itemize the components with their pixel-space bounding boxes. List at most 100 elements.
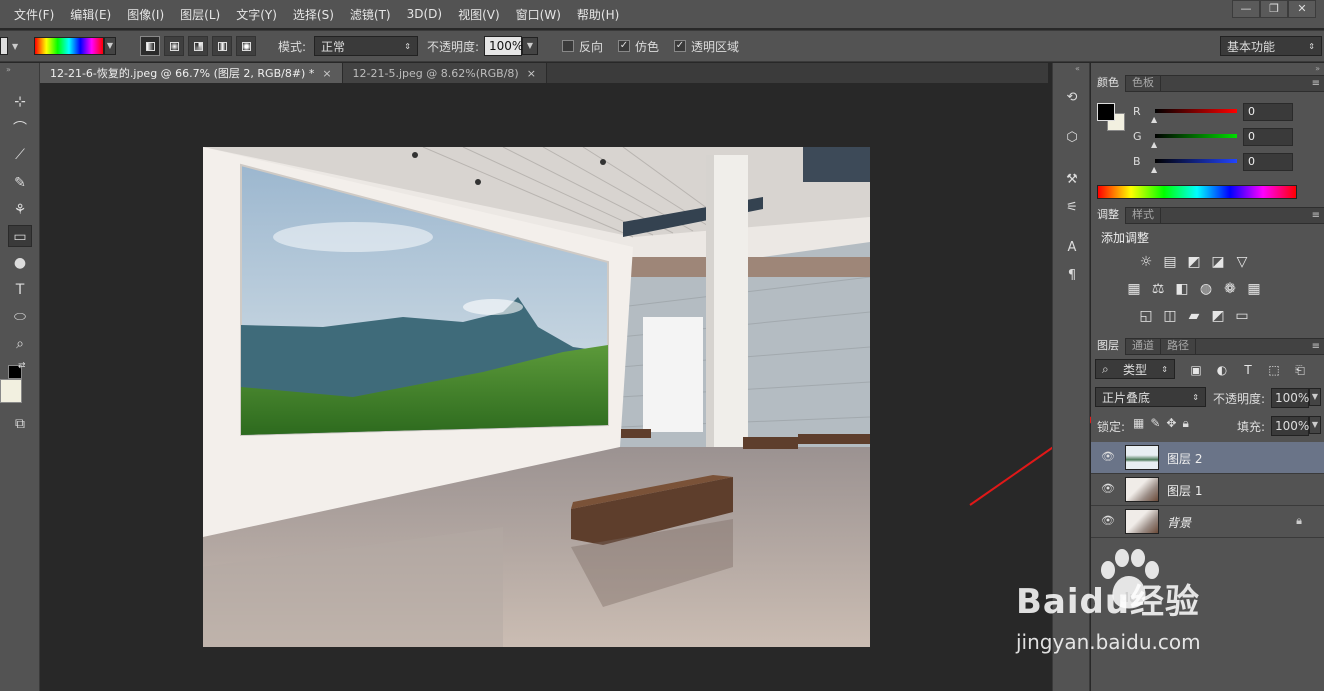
- channel-mixer-icon[interactable]: ❁: [1219, 278, 1241, 300]
- close-icon[interactable]: ×: [322, 67, 331, 80]
- visibility-eye-icon[interactable]: 👁︎: [1101, 482, 1115, 495]
- opacity-input[interactable]: 100%: [484, 36, 523, 56]
- slider-thumb-icon[interactable]: ▲: [1151, 165, 1157, 174]
- slider-thumb-icon[interactable]: ▲: [1151, 140, 1157, 149]
- menu-view[interactable]: 视图(V): [450, 6, 508, 23]
- diamond-gradient-button[interactable]: [236, 36, 256, 56]
- panel-menu-icon[interactable]: ≡: [1312, 341, 1320, 352]
- visibility-eye-icon[interactable]: 👁︎: [1101, 514, 1115, 527]
- dither-checkbox[interactable]: ✓: [618, 40, 630, 52]
- chevron-down-icon[interactable]: ▼: [1309, 416, 1321, 434]
- tab-paths[interactable]: 路径: [1161, 338, 1196, 355]
- tab-color[interactable]: 颜色: [1091, 75, 1126, 92]
- reverse-checkbox[interactable]: [562, 40, 574, 52]
- linear-gradient-button[interactable]: [140, 36, 160, 56]
- layer-row-layer-1[interactable]: 👁︎ 图层 1: [1091, 474, 1324, 506]
- menu-image[interactable]: 图像(I): [119, 6, 172, 23]
- menu-3d[interactable]: 3D(D): [399, 7, 450, 21]
- angle-gradient-button[interactable]: [188, 36, 208, 56]
- quick-select-icon[interactable]: ⌒: [8, 118, 32, 140]
- tab-channels[interactable]: 通道: [1126, 338, 1161, 355]
- brush-preset-icon[interactable]: ⚟: [1061, 197, 1083, 219]
- dodge-icon[interactable]: ●: [8, 252, 32, 274]
- blue-value-input[interactable]: 0: [1243, 153, 1293, 171]
- red-track[interactable]: [1155, 109, 1237, 113]
- radial-gradient-button[interactable]: [164, 36, 184, 56]
- vibrance-icon[interactable]: ▽: [1231, 251, 1253, 273]
- tab-layers[interactable]: 图层: [1091, 338, 1126, 355]
- collapse-icon[interactable]: «: [1075, 64, 1080, 73]
- tab-swatches[interactable]: 色板: [1126, 75, 1161, 92]
- chevron-down-icon[interactable]: ▼: [104, 37, 116, 55]
- background-color-swatch[interactable]: [0, 379, 22, 403]
- type-filter-icon[interactable]: T: [1237, 359, 1259, 381]
- tab-styles[interactable]: 样式: [1126, 207, 1161, 224]
- layer-name[interactable]: 图层 1: [1167, 482, 1202, 499]
- brightness-icon[interactable]: ☼: [1135, 251, 1157, 273]
- color-balance-icon[interactable]: ⚖: [1147, 278, 1169, 300]
- ellipse-icon[interactable]: ⬭: [8, 306, 32, 328]
- photo-filter-icon[interactable]: ◍: [1195, 278, 1217, 300]
- chevron-down-icon[interactable]: ▼: [522, 37, 538, 55]
- history-icon[interactable]: ⟲: [1061, 87, 1083, 109]
- tab-adjustments[interactable]: 调整: [1091, 207, 1126, 224]
- menu-type[interactable]: 文字(Y): [228, 6, 285, 23]
- layer-filter-select[interactable]: ⌕ 类型 ⇕: [1095, 359, 1175, 379]
- red-slider[interactable]: R ▲ 0: [1097, 103, 1317, 124]
- red-value-input[interactable]: 0: [1243, 103, 1293, 121]
- close-button[interactable]: ✕: [1288, 0, 1316, 18]
- restore-button[interactable]: ❐: [1260, 0, 1288, 18]
- layer-name[interactable]: 图层 2: [1167, 450, 1202, 467]
- gradient-swatch[interactable]: [34, 37, 104, 55]
- type-icon[interactable]: T: [8, 279, 32, 301]
- 3d-icon[interactable]: ⬡: [1061, 127, 1083, 149]
- gradient-icon[interactable]: ▭: [8, 225, 32, 247]
- tab-document-1[interactable]: 12-21-6-恢复的.jpeg @ 66.7% (图层 2, RGB/8#) …: [40, 63, 343, 83]
- lock-pixels-icon[interactable]: ✎: [1150, 416, 1160, 431]
- collapse-icon[interactable]: »: [1315, 64, 1320, 73]
- transparency-checkbox[interactable]: ✓: [674, 40, 686, 52]
- menu-window[interactable]: 窗口(W): [508, 6, 569, 23]
- lock-transparent-icon[interactable]: ▦: [1133, 416, 1144, 431]
- menu-filter[interactable]: 滤镜(T): [342, 6, 399, 23]
- exposure-icon[interactable]: ◪: [1207, 251, 1229, 273]
- panel-menu-icon[interactable]: ≡: [1312, 78, 1320, 89]
- panel-menu-icon[interactable]: ≡: [1312, 210, 1320, 221]
- document-canvas[interactable]: [203, 147, 870, 647]
- selective-color-icon[interactable]: ◩: [1207, 305, 1229, 327]
- shape-filter-icon[interactable]: ⬚: [1263, 359, 1285, 381]
- color-lookup-icon[interactable]: ▦: [1243, 278, 1265, 300]
- tab-document-2[interactable]: 12-21-5.jpeg @ 8.62%(RGB/8) ×: [342, 63, 547, 83]
- hue-saturation-icon[interactable]: ▦: [1123, 278, 1145, 300]
- blue-slider[interactable]: B ▲ 0: [1097, 153, 1317, 174]
- foreground-color-swatch[interactable]: [1097, 103, 1115, 121]
- tool-preset-picker[interactable]: ▼: [0, 31, 18, 61]
- menu-file[interactable]: 文件(F): [6, 6, 62, 23]
- adjustment-filter-icon[interactable]: ◐: [1211, 359, 1233, 381]
- color-spectrum-bar[interactable]: [1097, 185, 1297, 199]
- brush-icon[interactable]: ✎: [8, 172, 32, 194]
- black-white-icon[interactable]: ◧: [1171, 278, 1193, 300]
- slider-thumb-icon[interactable]: ▲: [1151, 115, 1157, 124]
- pixel-filter-icon[interactable]: ▣: [1185, 359, 1207, 381]
- chevron-down-icon[interactable]: ▼: [1309, 388, 1321, 406]
- mode-select[interactable]: 正常 ⇕: [314, 36, 418, 56]
- green-track[interactable]: [1155, 134, 1237, 138]
- paragraph-icon[interactable]: ¶: [1061, 265, 1083, 287]
- layer-row-background[interactable]: 👁︎ 背景 🔒︎: [1091, 506, 1324, 538]
- menu-edit[interactable]: 编辑(E): [62, 6, 119, 23]
- dither-option[interactable]: ✓ 仿色: [618, 31, 659, 61]
- reverse-option[interactable]: 反向: [562, 31, 603, 61]
- canvas-area[interactable]: [40, 83, 1048, 691]
- gradient-map-icon[interactable]: ▭: [1231, 305, 1253, 327]
- layer-row-layer-2[interactable]: 👁︎ 图层 2: [1091, 442, 1324, 474]
- invert-icon[interactable]: ◱: [1135, 305, 1157, 327]
- menu-select[interactable]: 选择(S): [285, 6, 342, 23]
- menu-help[interactable]: 帮助(H): [569, 6, 627, 23]
- blend-mode-select[interactable]: 正片叠底 ⇕: [1095, 387, 1206, 407]
- menu-layer[interactable]: 图层(L): [172, 6, 228, 23]
- threshold-icon[interactable]: ▰: [1183, 305, 1205, 327]
- collapse-icon[interactable]: »: [6, 65, 11, 74]
- swap-icon[interactable]: ⇄: [18, 361, 26, 371]
- character-icon[interactable]: A: [1061, 237, 1083, 259]
